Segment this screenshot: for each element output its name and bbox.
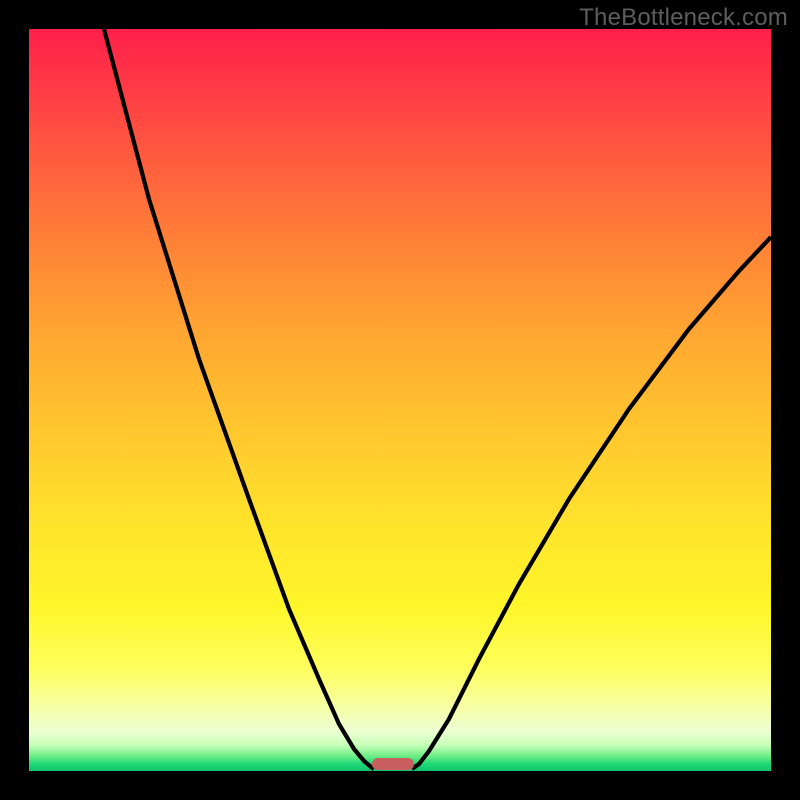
watermark-text: TheBottleneck.com xyxy=(579,4,788,32)
bottleneck-curve xyxy=(29,29,771,771)
optimal-marker xyxy=(372,758,414,770)
chart-plot-area xyxy=(29,29,771,771)
curve-left xyxy=(104,29,374,769)
curve-right xyxy=(412,237,771,769)
